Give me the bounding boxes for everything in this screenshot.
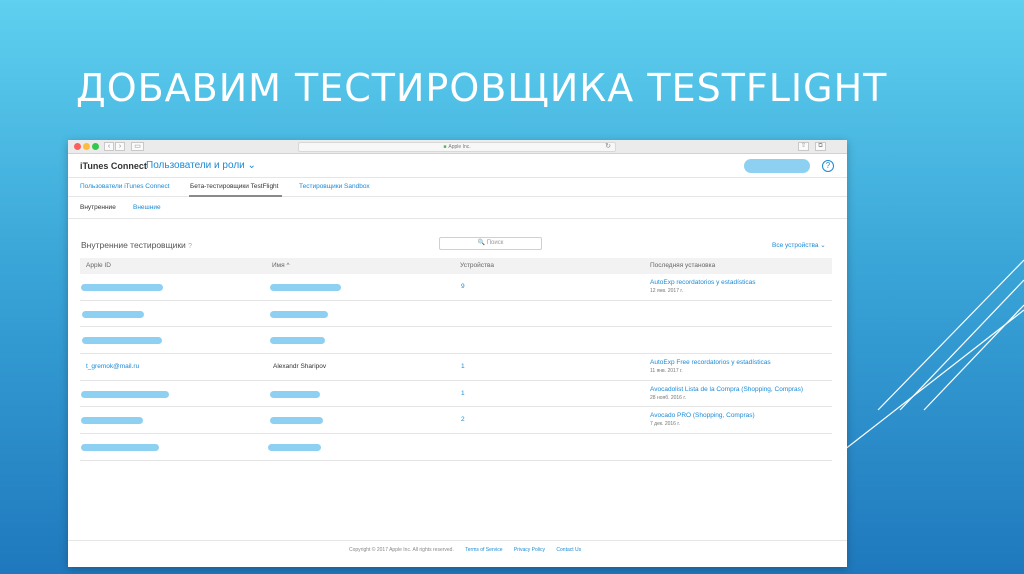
redacted-name <box>268 444 321 452</box>
share-icon[interactable]: ⇧ <box>798 142 809 151</box>
question-icon[interactable]: ? <box>188 243 192 250</box>
last-install-date: 11 янв. 2017 г. <box>650 368 683 375</box>
slide-title: ДОБАВИМ ТЕСТИРОВЩИКА TESTFLIGHT <box>76 66 888 110</box>
redacted-apple-id <box>82 337 162 345</box>
search-input[interactable]: 🔍 Поиск <box>439 237 542 250</box>
sub-tabs: Внутренние Внешние <box>68 197 847 219</box>
contact-link[interactable]: Contact Us <box>556 547 581 553</box>
terms-link[interactable]: Terms of Service <box>465 547 502 553</box>
table-row[interactable] <box>80 434 832 461</box>
tab-itunes-connect-users[interactable]: Пользователи iTunes Connect <box>80 183 170 190</box>
last-install-date: 7 дек. 2016 г. <box>650 421 680 428</box>
column-header-apple-id[interactable]: Apple ID <box>86 262 111 269</box>
tabs-icon[interactable]: ⧉ <box>815 142 826 151</box>
back-button[interactable]: ‹ <box>104 142 114 151</box>
table-row[interactable] <box>80 301 832 328</box>
brand-logo[interactable]: iTunes Connect <box>80 161 147 171</box>
page-footer: Copyright © 2017 Apple Inc. All rights r… <box>68 540 847 567</box>
app-header: iTunes Connect Пользователи и роли ⌄ ? <box>68 154 847 178</box>
redacted-name <box>270 390 320 398</box>
redacted-apple-id <box>82 310 144 318</box>
tab-sandbox-testers[interactable]: Тестировщики Sandbox <box>299 183 370 190</box>
subtab-internal[interactable]: Внутренние <box>80 204 116 211</box>
browser-titlebar: ‹ › ▭ ■ Apple Inc. ↻ ⇧ ⧉ <box>68 140 847 154</box>
last-install-app[interactable]: AutoExp Free recordatorios y estadística… <box>650 359 771 366</box>
testers-table: Apple ID Имя ^ Устройства Последняя уста… <box>80 258 832 461</box>
section-title-text: Внутренние тестировщики <box>81 240 186 250</box>
column-header-devices[interactable]: Устройства <box>460 262 494 269</box>
table-row[interactable]: 2 Avocado PRO (Shopping, Compras) 7 дек.… <box>80 407 832 435</box>
address-bar[interactable]: ■ Apple Inc. ↻ <box>298 142 616 152</box>
minimize-window-button[interactable] <box>83 143 90 150</box>
last-install-date: 28 нояб. 2016 г. <box>650 394 686 401</box>
reload-icon[interactable]: ↻ <box>605 143 611 151</box>
forward-button[interactable]: › <box>115 142 125 151</box>
last-install-app[interactable]: AutoExp recordatorios y estadísticas <box>650 279 756 286</box>
lock-icon: ■ <box>443 144 447 150</box>
table-row[interactable]: 1 Avocadolist Lista de la Compra (Shoppi… <box>80 381 832 408</box>
redacted-apple-id <box>81 284 163 291</box>
devices-count[interactable]: 1 <box>461 363 465 370</box>
redacted-name <box>270 417 323 425</box>
sidebar-icon[interactable]: ▭ <box>131 142 144 151</box>
redacted-apple-id <box>81 444 159 452</box>
zoom-window-button[interactable] <box>92 143 99 150</box>
last-install-app[interactable]: Avocadolist Lista de la Compra (Shopping… <box>650 386 803 393</box>
copyright-text: Copyright © 2017 Apple Inc. All rights r… <box>349 547 454 553</box>
column-header-last-install[interactable]: Последняя установка <box>650 262 715 269</box>
devices-count[interactable]: 1 <box>461 390 465 397</box>
redacted-name <box>270 284 341 291</box>
redacted-apple-id <box>81 390 169 398</box>
redacted-apple-id <box>81 417 143 425</box>
table-row[interactable]: 9 AutoExp recordatorios y estadísticas 1… <box>80 274 832 301</box>
footer-links: Copyright © 2017 Apple Inc. All rights r… <box>349 547 581 553</box>
last-install-app[interactable]: Avocado PRO (Shopping, Compras) <box>650 412 755 419</box>
redacted-name <box>270 337 325 345</box>
table-row[interactable] <box>80 327 832 355</box>
table-header: Apple ID Имя ^ Устройства Последняя уста… <box>80 258 832 274</box>
redacted-name <box>270 310 328 318</box>
decorative-lines <box>843 259 1024 451</box>
last-install-date: 12 янв. 2017 г. <box>650 288 683 294</box>
column-header-name[interactable]: Имя ^ <box>272 262 290 269</box>
section-title: Внутренние тестировщики ? <box>81 240 192 250</box>
tab-testflight-testers[interactable]: Бета-тестировщики TestFlight <box>190 183 278 190</box>
devices-count[interactable]: 9 <box>461 283 465 290</box>
subtab-external[interactable]: Внешние <box>133 204 161 211</box>
close-window-button[interactable] <box>74 143 81 150</box>
browser-window: ‹ › ▭ ■ Apple Inc. ↻ ⇧ ⧉ iTunes Connect П… <box>68 140 847 567</box>
table-row[interactable]: t_gremok@mail.ru Alexandr Sharipov 1 Aut… <box>80 354 832 381</box>
tester-name: Alexandr Sharipov <box>273 363 327 371</box>
devices-count[interactable]: 2 <box>461 416 465 423</box>
account-menu[interactable] <box>744 159 810 173</box>
devices-filter-dropdown[interactable]: Все устройства ⌄ <box>772 241 826 249</box>
section-menu[interactable]: Пользователи и роли ⌄ <box>146 160 256 171</box>
privacy-link[interactable]: Privacy Policy <box>514 547 545 553</box>
apple-id[interactable]: t_gremok@mail.ru <box>86 363 139 370</box>
address-text: Apple Inc. <box>448 144 471 150</box>
help-icon[interactable]: ? <box>822 160 834 172</box>
main-tabs: Пользователи iTunes Connect Бета-тестиро… <box>68 178 847 197</box>
